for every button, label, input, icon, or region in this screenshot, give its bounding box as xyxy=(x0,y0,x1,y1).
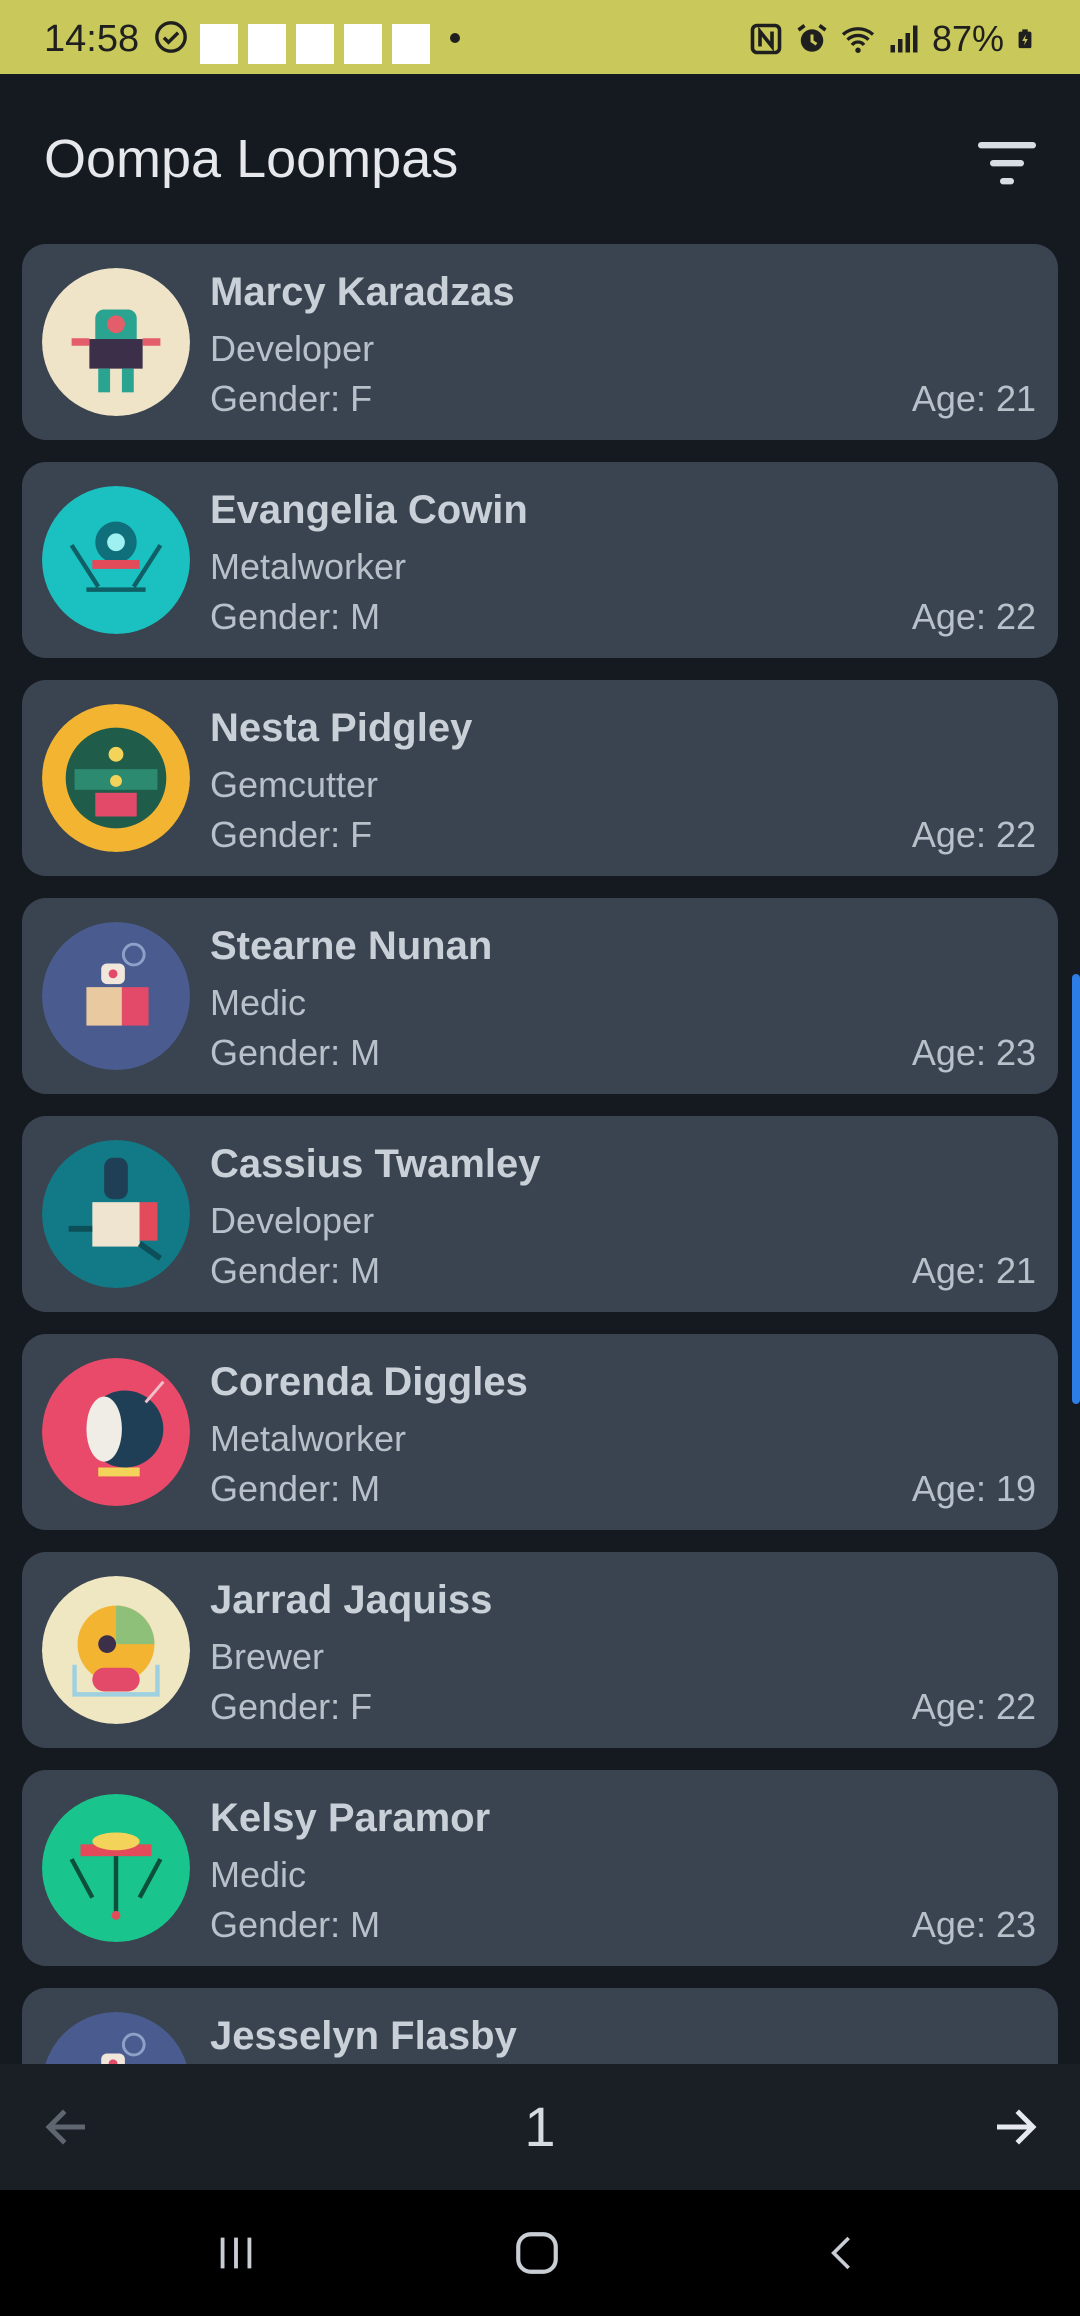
system-nav-bar xyxy=(0,2190,1080,2316)
notification-icon xyxy=(200,24,238,64)
battery-icon xyxy=(1018,29,1032,49)
item-job: Metalworker xyxy=(210,546,407,587)
robot-avatar-icon xyxy=(42,486,190,634)
oompa-loompa-list[interactable]: Marcy Karadzas Developer Gender: F Age: … xyxy=(0,244,1080,2064)
status-time: 14:58 xyxy=(44,18,140,60)
item-name: Kelsy Paramor xyxy=(210,1796,491,1840)
item-gender: Gender: F xyxy=(210,1686,373,1727)
item-gender: Gender: F xyxy=(210,378,373,419)
item-age: Age: 22 xyxy=(911,596,1036,637)
nfc-icon xyxy=(750,23,782,55)
item-job: Brewer xyxy=(210,1636,325,1677)
item-name: Corenda Diggles xyxy=(210,1360,528,1404)
item-gender: Gender: M xyxy=(210,1904,381,1945)
item-name: Jarrad Jaquiss xyxy=(210,1578,493,1622)
item-gender: Gender: F xyxy=(210,814,373,855)
item-name: Evangelia Cowin xyxy=(210,488,528,532)
item-job: Developer xyxy=(210,1200,375,1241)
recents-icon[interactable] xyxy=(212,2230,260,2276)
list-item[interactable]: Evangelia Cowin Metalworker Gender: M Ag… xyxy=(22,462,1058,658)
item-name: Jesselyn Flasby xyxy=(210,2014,517,2058)
robot-avatar-icon xyxy=(42,704,190,852)
filter-icon[interactable] xyxy=(972,134,1042,194)
app-bar: Oompa Loompas xyxy=(0,74,1080,244)
robot-avatar-icon xyxy=(42,2012,190,2064)
notification-icon xyxy=(392,24,430,64)
item-job: Medic xyxy=(210,982,307,1023)
wifi-icon xyxy=(841,27,875,53)
item-gender: Gender: M xyxy=(210,1250,381,1291)
item-name: Nesta Pidgley xyxy=(210,706,473,750)
item-job: Medic xyxy=(210,1854,307,1895)
list-item[interactable]: Cassius Twamley Developer Gender: M Age:… xyxy=(22,1116,1058,1312)
notification-icon xyxy=(248,24,286,64)
status-bar: 14:58 87% xyxy=(0,0,1080,74)
list-item[interactable]: Kelsy Paramor Medic Gender: M Age: 23 xyxy=(22,1770,1058,1966)
item-gender: Gender: M xyxy=(210,1032,381,1073)
page-number: 1 xyxy=(524,2095,556,2158)
item-name: Marcy Karadzas xyxy=(210,270,515,314)
robot-avatar-icon xyxy=(42,1576,190,1724)
list-item[interactable]: Corenda Diggles Metalworker Gender: M Ag… xyxy=(22,1334,1058,1530)
alarm-icon xyxy=(797,24,827,52)
check-circle-icon xyxy=(155,21,187,53)
item-job: Gemcutter xyxy=(210,764,379,805)
item-age: Age: 23 xyxy=(911,1032,1036,1073)
robot-avatar-icon xyxy=(42,922,190,1070)
status-icons: 87% xyxy=(748,18,1036,60)
list-item[interactable]: Jesselyn Flasby xyxy=(22,1988,1058,2064)
item-gender: Gender: M xyxy=(210,1468,381,1509)
scrollbar[interactable] xyxy=(1072,974,1080,1404)
robot-avatar-icon xyxy=(42,1794,190,1942)
more-notifications-dot xyxy=(450,33,460,43)
list-item[interactable]: Nesta Pidgley Gemcutter Gender: F Age: 2… xyxy=(22,680,1058,876)
robot-avatar-icon xyxy=(42,1140,190,1288)
list-item[interactable]: Stearne Nunan Medic Gender: M Age: 23 xyxy=(22,898,1058,1094)
item-age: Age: 21 xyxy=(911,378,1036,419)
page-title: Oompa Loompas xyxy=(44,129,459,189)
item-name: Stearne Nunan xyxy=(210,924,493,968)
item-age: Age: 19 xyxy=(911,1468,1036,1509)
list-item[interactable]: Marcy Karadzas Developer Gender: F Age: … xyxy=(22,244,1058,440)
item-age: Age: 22 xyxy=(911,1686,1036,1727)
item-age: Age: 23 xyxy=(911,1904,1036,1945)
notification-icon xyxy=(296,24,334,64)
notification-icon xyxy=(344,24,382,64)
item-age: Age: 21 xyxy=(911,1250,1036,1291)
item-age: Age: 22 xyxy=(911,814,1036,855)
pagination-bar: 1 xyxy=(0,2064,1080,2190)
item-gender: Gender: M xyxy=(210,596,381,637)
item-name: Cassius Twamley xyxy=(210,1142,541,1186)
robot-avatar-icon xyxy=(42,1358,190,1506)
battery-percent: 87% xyxy=(931,18,1004,59)
list-item[interactable]: Jarrad Jaquiss Brewer Gender: F Age: 22 xyxy=(22,1552,1058,1748)
back-icon[interactable] xyxy=(822,2228,862,2278)
item-job: Metalworker xyxy=(210,1418,407,1459)
robot-avatar-icon xyxy=(42,268,190,416)
notification-icons xyxy=(200,24,430,64)
signal-icon xyxy=(890,25,918,53)
arrow-right-icon[interactable] xyxy=(988,2100,1042,2154)
item-job: Developer xyxy=(210,328,375,369)
home-icon[interactable] xyxy=(512,2228,562,2278)
